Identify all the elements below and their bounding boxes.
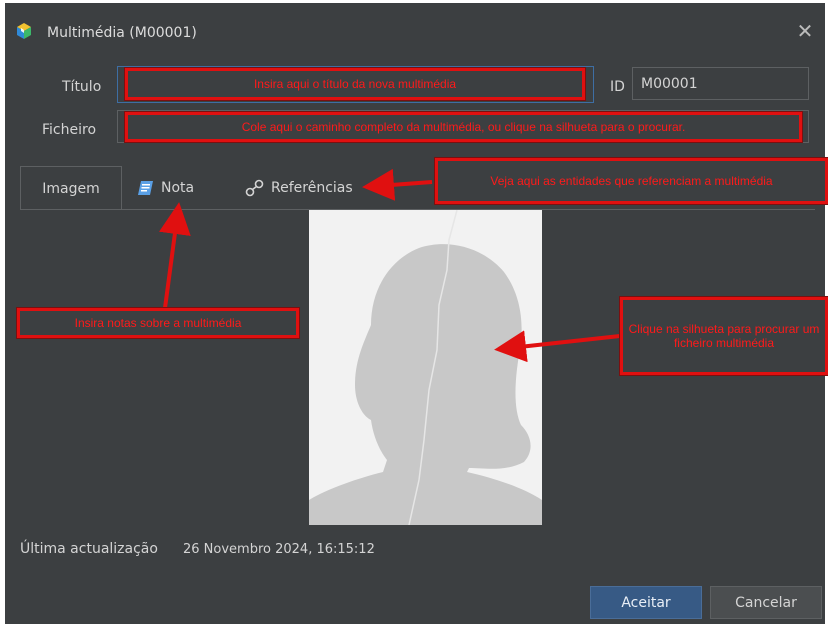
title-bar: Multimédia (M00001) ✕ [5, 3, 825, 55]
annotation-references-hint: Veja aqui as entidades que referenciam a… [435, 158, 828, 204]
ok-button-label: Aceitar [621, 594, 671, 611]
id-label: ID [610, 79, 625, 95]
silhouette-photo[interactable] [309, 209, 542, 526]
title-label: Título [62, 79, 102, 95]
tab-label: Nota [161, 180, 195, 196]
link-icon [245, 179, 264, 197]
file-label: Ficheiro [42, 122, 97, 138]
tab-label: Imagem [42, 180, 100, 197]
annotation-notes-hint: Insira notas sobre a multimédia [17, 308, 299, 338]
cancel-button[interactable]: Cancelar [710, 586, 822, 619]
note-icon [138, 181, 153, 195]
annotation-silhouette-hint: Clique na silhueta para procurar um fich… [620, 297, 828, 375]
ok-button[interactable]: Aceitar [590, 586, 702, 619]
id-input[interactable] [632, 67, 809, 100]
app-cube-icon [17, 23, 31, 39]
annotation-title-hint: Insira aqui o título da nova multimédia [125, 68, 585, 100]
close-icon: ✕ [796, 19, 814, 43]
tab-label: Referências [271, 180, 353, 196]
tab-nota[interactable]: Nota [137, 166, 217, 210]
tab-referencias[interactable]: Referências [245, 166, 380, 210]
last-update-value: 26 Novembro 2024, 16:15:12 [183, 542, 375, 557]
silhouette-icon [309, 209, 542, 526]
tab-imagem[interactable]: Imagem [20, 166, 122, 210]
cancel-button-label: Cancelar [735, 594, 797, 611]
window-title: Multimédia (M00001) [47, 25, 197, 41]
annotation-file-hint: Cole aqui o caminho completo da multiméd… [125, 112, 802, 142]
close-button[interactable]: ✕ [794, 20, 816, 42]
last-update-label: Última actualização [20, 541, 158, 557]
